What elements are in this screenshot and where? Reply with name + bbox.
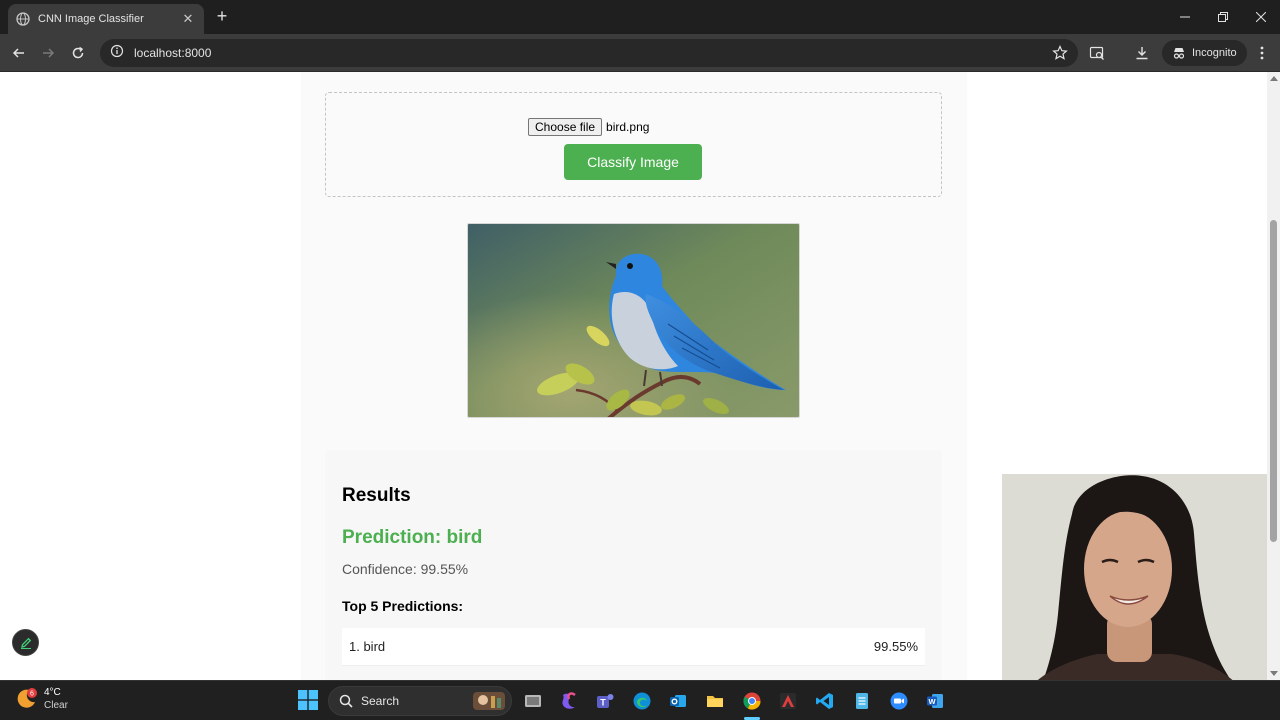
bookmark-star-icon[interactable] — [1052, 45, 1068, 66]
prediction-probability: 99.55% — [873, 639, 918, 654]
classify-image-button[interactable]: Classify Image — [564, 144, 702, 180]
prediction-class: 1. bird — [349, 639, 386, 654]
classifier-container: Choose file bird.png Classify Image Resu… — [301, 72, 967, 680]
download-icon[interactable] — [1132, 43, 1152, 63]
weather-widget[interactable]: 6 4°C Clear — [14, 686, 68, 712]
edit-pen-button[interactable] — [12, 629, 39, 656]
windows-taskbar: 6 4°C Clear Search T W — [0, 680, 1280, 720]
incognito-icon — [1173, 48, 1185, 59]
search-label: Search — [361, 694, 400, 708]
zoom-icon[interactable] — [887, 689, 911, 713]
top-predictions-title: Top 5 Predictions: — [342, 598, 464, 614]
window-controls — [1166, 0, 1280, 34]
edge-icon[interactable] — [630, 689, 654, 713]
confidence-text: Confidence: 99.55% — [342, 561, 469, 577]
restore-icon[interactable] — [1204, 0, 1242, 34]
kebab-menu-icon[interactable] — [1252, 43, 1272, 63]
incognito-badge[interactable]: Incognito — [1162, 40, 1247, 66]
pencil-icon — [20, 637, 31, 649]
forward-arrow-icon[interactable] — [37, 42, 59, 64]
browser-tab-bar: CNN Image Classifier ✕ + — [0, 0, 1280, 34]
taskbar-search[interactable]: Search — [328, 686, 512, 716]
choose-file-button[interactable]: Choose file — [528, 118, 603, 136]
teams-icon[interactable]: T — [593, 689, 617, 713]
weather-badge: 6 — [30, 691, 34, 698]
results-panel: Results Prediction: bird Confidence: 99.… — [325, 450, 942, 680]
copilot-icon[interactable] — [557, 689, 581, 713]
chrome-icon[interactable] — [740, 689, 764, 713]
browser-tab[interactable]: CNN Image Classifier ✕ — [8, 4, 204, 34]
task-view-icon[interactable] — [521, 689, 545, 713]
tab-search-icon[interactable] — [1087, 43, 1107, 63]
svg-text:T: T — [600, 698, 606, 708]
site-info-icon[interactable] — [110, 44, 124, 63]
file-input[interactable]: Choose file bird.png — [528, 118, 649, 136]
weather-condition: Clear — [44, 700, 68, 711]
tab-title: CNN Image Classifier — [38, 13, 144, 25]
vscode-icon[interactable] — [813, 689, 837, 713]
list-item: 1. bird 99.55% — [342, 628, 925, 666]
upload-area: Choose file bird.png Classify Image — [325, 92, 942, 197]
notepad-icon[interactable] — [850, 689, 874, 713]
windows-start-icon[interactable] — [298, 690, 318, 715]
scroll-down-arrow-icon[interactable] — [1270, 671, 1278, 676]
results-title: Results — [342, 485, 411, 506]
search-icon — [339, 694, 353, 708]
page-scrollbar[interactable] — [1267, 72, 1280, 680]
globe-icon — [16, 12, 30, 26]
url-text: localhost:8000 — [134, 46, 212, 60]
selected-file-name: bird.png — [606, 120, 650, 134]
address-bar[interactable]: localhost:8000 — [100, 39, 1078, 67]
close-window-icon[interactable] — [1242, 0, 1280, 34]
top-predictions-list: 1. bird 99.55% — [342, 628, 925, 666]
scroll-up-arrow-icon[interactable] — [1270, 76, 1278, 81]
minimize-icon[interactable] — [1166, 0, 1204, 34]
browser-toolbar: localhost:8000 Incognito — [0, 34, 1280, 72]
svg-text:W: W — [928, 697, 936, 706]
outlook-icon[interactable] — [666, 689, 690, 713]
close-tab-icon[interactable]: ✕ — [180, 11, 196, 27]
back-arrow-icon[interactable] — [8, 42, 30, 64]
bird-photo — [468, 224, 799, 417]
word-icon[interactable]: W — [923, 689, 947, 713]
moon-weather-icon: 6 — [17, 688, 37, 708]
autocad-icon[interactable] — [776, 689, 800, 713]
scroll-thumb[interactable] — [1270, 220, 1277, 542]
file-explorer-icon[interactable] — [703, 689, 727, 713]
reload-icon[interactable] — [67, 42, 89, 64]
weather-temperature: 4°C — [44, 687, 61, 698]
incognito-label: Incognito — [1192, 47, 1237, 59]
prediction-label: Prediction: bird — [342, 527, 483, 548]
uploaded-image-preview — [467, 223, 800, 418]
search-highlight-icon — [473, 692, 505, 710]
new-tab-icon[interactable]: + — [212, 6, 232, 26]
